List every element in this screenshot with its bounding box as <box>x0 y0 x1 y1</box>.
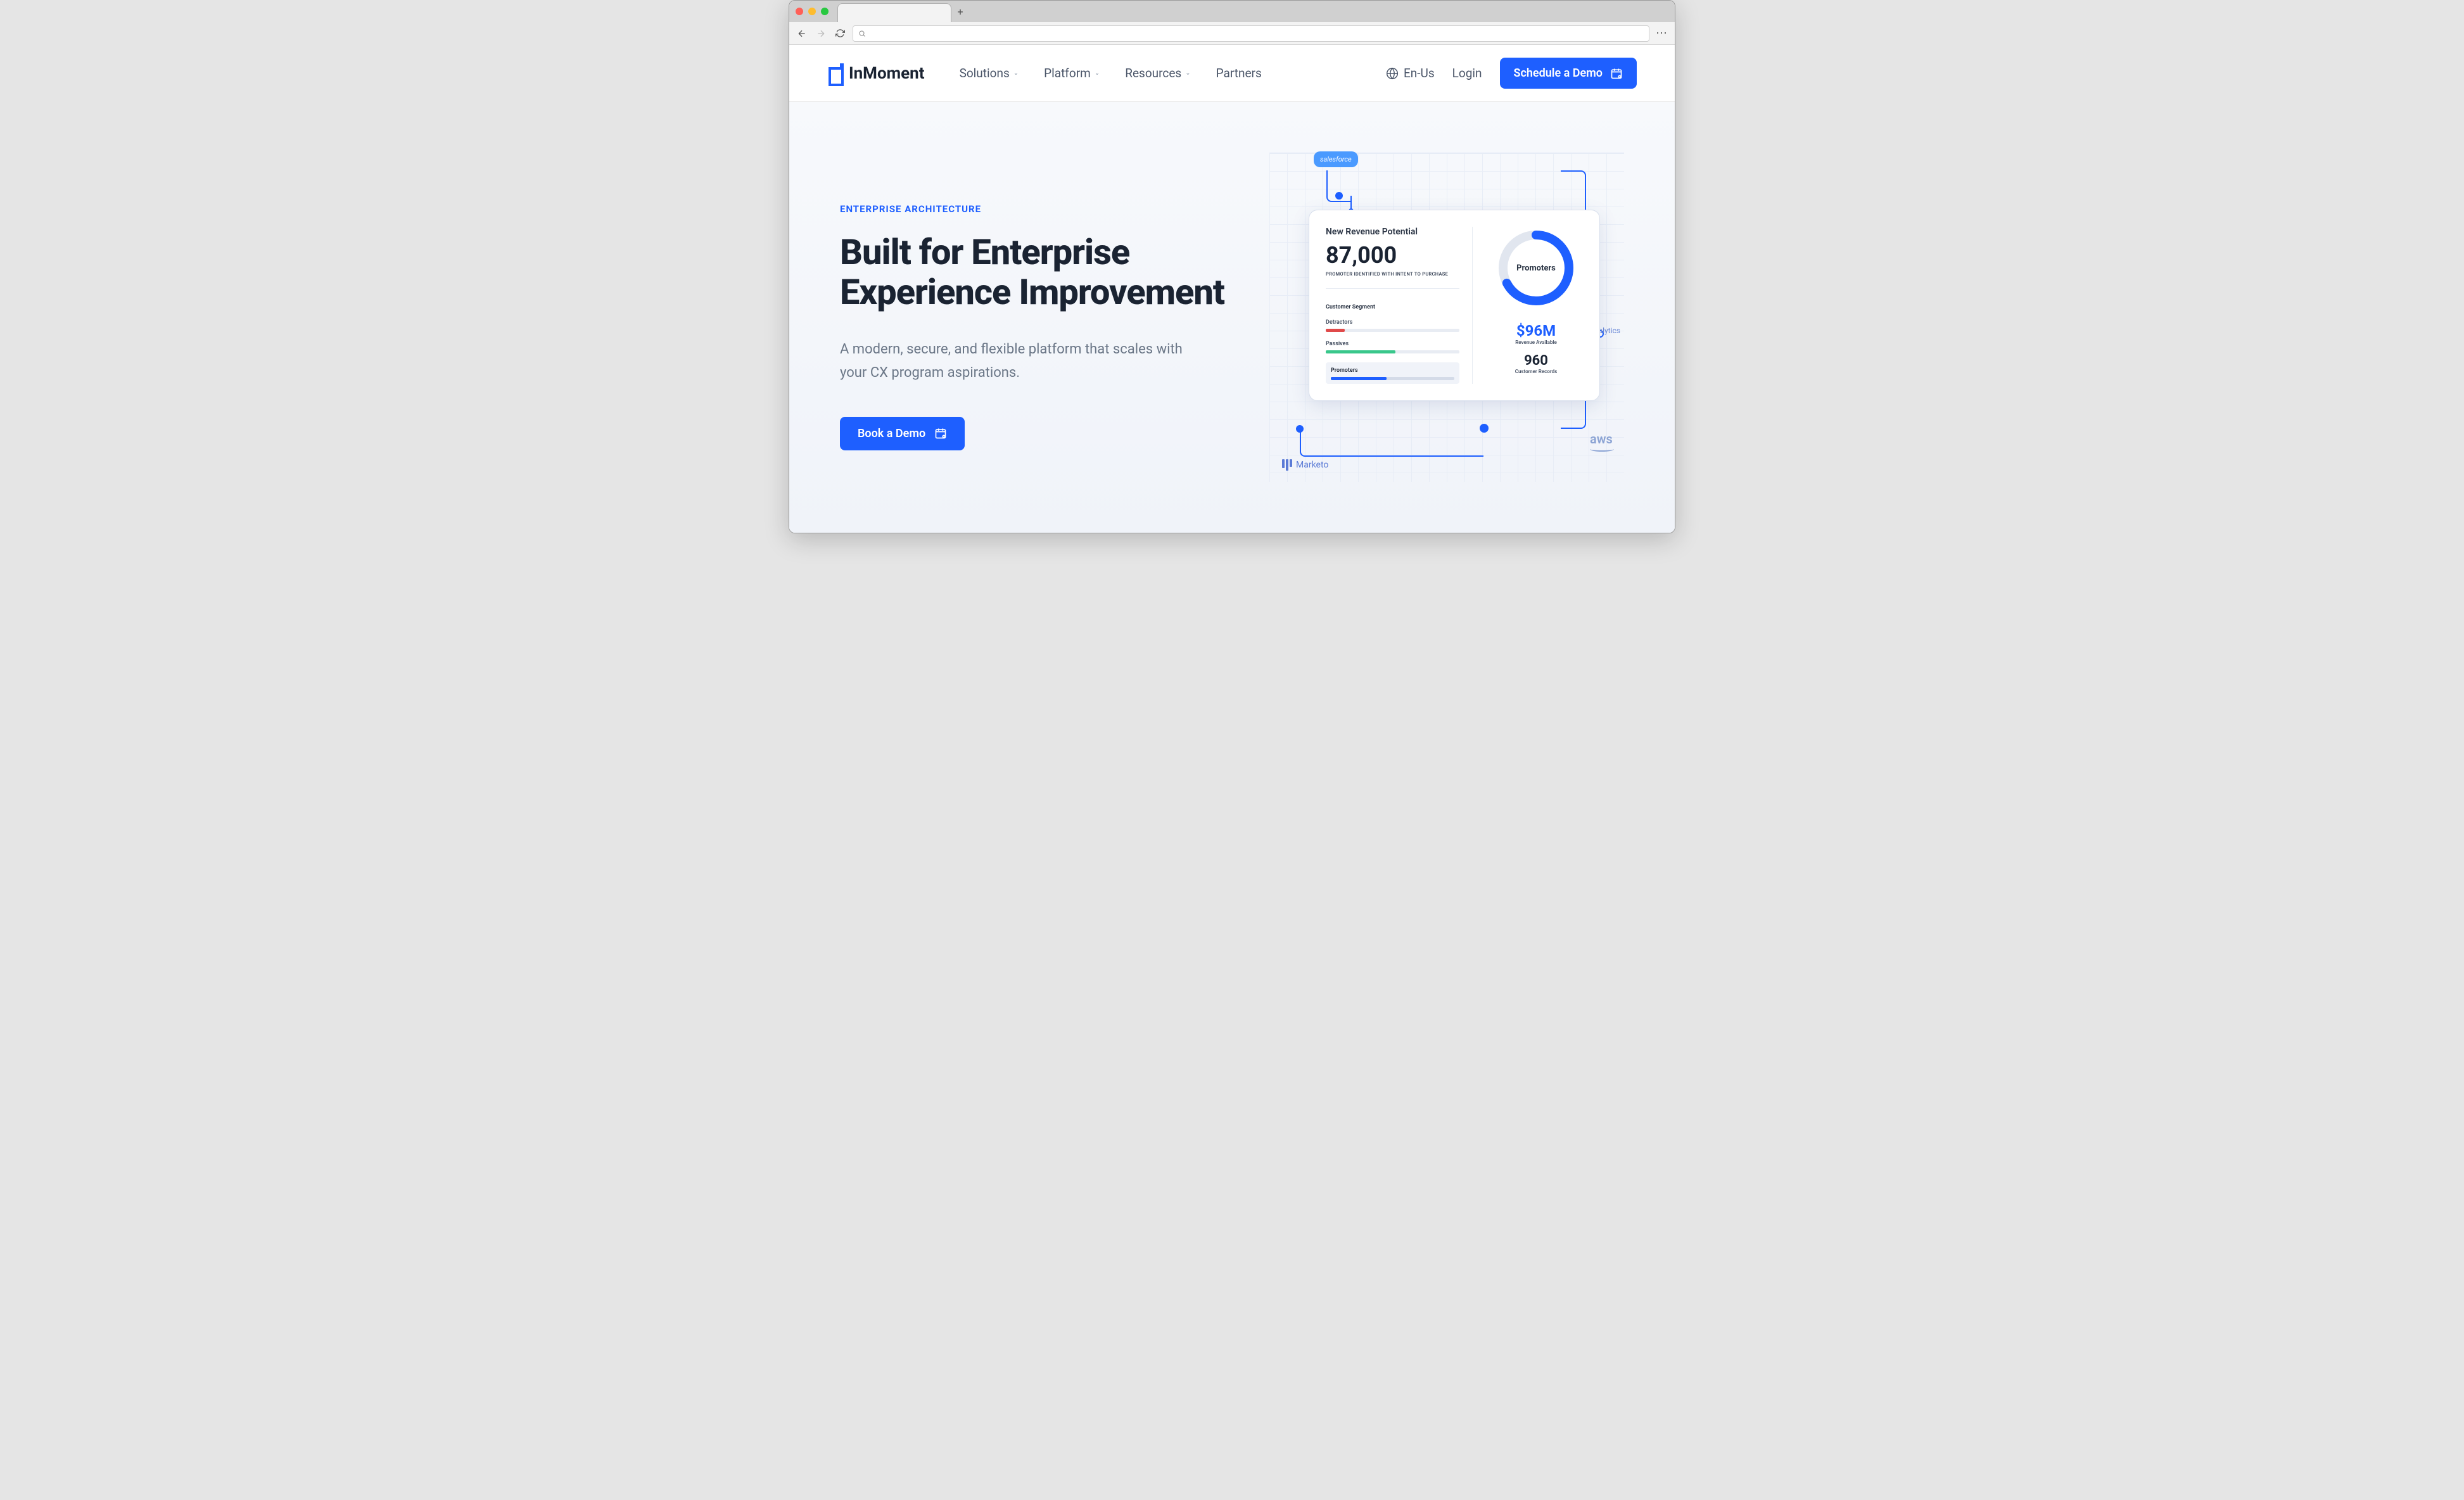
login-link[interactable]: Login <box>1452 66 1482 80</box>
hero-subhead: A modern, secure, and flexible platform … <box>840 338 1195 385</box>
hero-section: ENTERPRISE ARCHITECTURE Built for Enterp… <box>789 102 1675 533</box>
brand-name: InMoment <box>849 64 925 83</box>
dashboard-card: New Revenue Potential 87,000 PROMOTER ID… <box>1309 210 1600 401</box>
segment-title: Customer Segment <box>1326 304 1459 310</box>
book-demo-button[interactable]: Book a Demo <box>840 417 965 450</box>
marketo-icon <box>1282 459 1292 471</box>
site-header-right: En-Us Login Schedule a Demo <box>1386 58 1637 89</box>
nav-solutions[interactable]: Solutions⌄ <box>960 66 1019 80</box>
chevron-down-icon: ⌄ <box>1185 70 1190 77</box>
browser-tab[interactable] <box>837 3 951 22</box>
site-header: InMoment Solutions⌄ Platform⌄ Resources⌄… <box>789 45 1675 102</box>
segment-promoters: Promoters <box>1326 362 1459 384</box>
forward-button[interactable] <box>815 27 827 40</box>
aws-smile-icon <box>1590 447 1614 452</box>
connector-node <box>1335 192 1343 200</box>
book-demo-label: Book a Demo <box>858 427 925 440</box>
hero-illustration: salesforce Marketo aws Google Analytics <box>1269 140 1624 482</box>
dashboard-left: New Revenue Potential 87,000 PROMOTER ID… <box>1326 227 1473 384</box>
revenue-value: 87,000 <box>1326 242 1459 269</box>
nav-platform[interactable]: Platform⌄ <box>1044 66 1100 80</box>
nav-resources[interactable]: Resources⌄ <box>1125 66 1190 80</box>
donut-label: Promoters <box>1495 227 1577 309</box>
maximize-window-icon[interactable] <box>821 8 829 15</box>
close-window-icon[interactable] <box>796 8 803 15</box>
locale-switcher[interactable]: En-Us <box>1386 66 1435 80</box>
dashboard-right: Promoters $96M Revenue Available 960 Cus… <box>1473 227 1587 384</box>
schedule-demo-label: Schedule a Demo <box>1514 67 1603 80</box>
main-nav: Solutions⌄ Platform⌄ Resources⌄ Partners <box>960 66 1262 80</box>
calendar-icon <box>1610 67 1623 80</box>
brand-logo[interactable]: InMoment <box>827 64 925 83</box>
page-content: InMoment Solutions⌄ Platform⌄ Resources⌄… <box>789 45 1675 533</box>
locale-label: En-Us <box>1404 66 1435 80</box>
salesforce-badge: salesforce <box>1314 151 1358 167</box>
segment-detractors: Detractors <box>1326 319 1459 332</box>
globe-icon <box>1386 67 1399 80</box>
browser-toolbar: ⋯ <box>789 22 1675 45</box>
metric-customer-records: 960 Customer Records <box>1515 353 1558 374</box>
revenue-subtext: PROMOTER IDENTIFIED WITH INTENT TO PURCH… <box>1326 271 1459 289</box>
browser-window: + ⋯ InMoment <box>789 0 1675 533</box>
browser-menu-button[interactable]: ⋯ <box>1656 27 1668 40</box>
segment-passives: Passives <box>1326 341 1459 353</box>
window-controls <box>796 8 829 15</box>
nav-partners[interactable]: Partners <box>1216 66 1262 80</box>
aws-badge: aws <box>1590 431 1614 452</box>
marketo-badge: Marketo <box>1282 459 1328 471</box>
hero-eyebrow: ENTERPRISE ARCHITECTURE <box>840 203 1250 215</box>
search-icon <box>858 30 866 37</box>
new-tab-button[interactable]: + <box>951 3 969 20</box>
hero-inner: ENTERPRISE ARCHITECTURE Built for Enterp… <box>789 140 1675 482</box>
browser-tab-strip: + <box>789 1 1675 22</box>
reload-button[interactable] <box>834 27 846 40</box>
url-bar[interactable] <box>853 25 1649 42</box>
metric-revenue-available: $96M Revenue Available <box>1515 322 1557 345</box>
site-header-left: InMoment Solutions⌄ Platform⌄ Resources⌄… <box>827 64 1262 83</box>
connector-node <box>1296 425 1304 433</box>
connector-line <box>1300 429 1483 457</box>
back-button[interactable] <box>796 27 808 40</box>
calendar-icon <box>934 427 947 440</box>
promoters-donut-chart: Promoters <box>1495 227 1577 309</box>
chevron-down-icon: ⌄ <box>1013 70 1019 77</box>
revenue-title: New Revenue Potential <box>1326 227 1459 237</box>
chevron-down-icon: ⌄ <box>1095 70 1100 77</box>
minimize-window-icon[interactable] <box>808 8 816 15</box>
hero-headline: Built for Enterprise Experience Improvem… <box>840 232 1250 312</box>
hero-text: ENTERPRISE ARCHITECTURE Built for Enterp… <box>840 172 1250 450</box>
connector-node <box>1480 424 1489 433</box>
schedule-demo-button[interactable]: Schedule a Demo <box>1500 58 1637 89</box>
browser-chrome: + ⋯ <box>789 1 1675 45</box>
logo-mark-icon <box>827 65 842 82</box>
